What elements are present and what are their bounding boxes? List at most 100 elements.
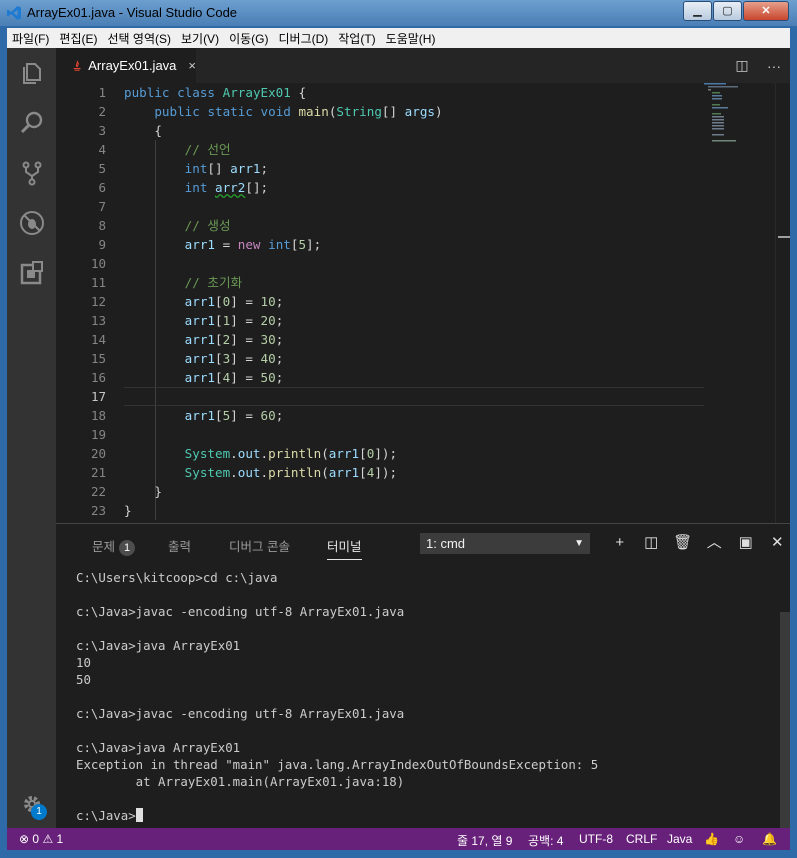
- terminal-select[interactable]: 1: cmd ▼: [420, 533, 590, 554]
- line-number: 15: [90, 351, 106, 366]
- menu-selection[interactable]: 선택 영역(S): [102, 30, 176, 47]
- explorer-icon[interactable]: [19, 60, 45, 86]
- window: ArrayEx01.java - Visual Studio Code ▁ ▢ …: [0, 0, 797, 858]
- line-number: 11: [90, 275, 106, 290]
- terminal-scrollbar[interactable]: [780, 612, 790, 829]
- line-number: 23: [90, 503, 106, 518]
- terminal-line: c:\Java>java ArrayEx01: [76, 740, 241, 755]
- title-bar: ArrayEx01.java - Visual Studio Code ▁ ▢ …: [0, 0, 797, 26]
- cursor-position[interactable]: 줄 17, 열 9: [457, 832, 512, 849]
- tab-problems[interactable]: 문제 1: [92, 536, 136, 556]
- maximize-panel-icon[interactable]: ︿: [699, 530, 731, 556]
- code-line: arr1[3] = 40;: [184, 351, 284, 366]
- problems-status[interactable]: ⊗ 0 ⚠ 1: [19, 832, 63, 846]
- code-line: arr1[2] = 30;: [184, 332, 284, 347]
- split-terminal-icon[interactable]: ◫: [636, 530, 668, 556]
- close-panel-icon[interactable]: ✕: [762, 530, 794, 556]
- code-line: arr1[1] = 20;: [184, 313, 284, 328]
- language-mode[interactable]: Java: [667, 832, 692, 846]
- code-line: }: [124, 484, 162, 499]
- notifications-bell-icon[interactable]: 🔔: [762, 832, 777, 846]
- menu-tasks[interactable]: 작업(T): [333, 30, 380, 47]
- toggle-panel-position-icon[interactable]: ▣: [730, 530, 762, 556]
- java-file-icon: [73, 60, 81, 71]
- line-number-active: 17: [90, 389, 106, 404]
- more-actions-icon[interactable]: ···: [758, 58, 790, 74]
- terminal-line: 10: [76, 655, 91, 670]
- code-lines: public class ArrayEx01 { public static v…: [124, 83, 704, 520]
- source-control-icon[interactable]: [19, 160, 45, 186]
- bottom-panel: 문제1 출력 디버그 콘솔 터미널 1: cmd ▼ + ◫ 🗑 ︿ ▣ ✕: [56, 523, 790, 829]
- warning-icon: ⚠: [42, 832, 54, 846]
- close-window-button[interactable]: ✕: [743, 1, 789, 21]
- split-editor-icon[interactable]: ◫: [726, 57, 758, 74]
- menu-help[interactable]: 도움말(H): [381, 30, 441, 47]
- terminal-prompt: c:\Java>: [76, 808, 136, 823]
- code-line: arr1[5] = 60;: [184, 408, 284, 423]
- tab-close-icon[interactable]: ×: [188, 58, 196, 73]
- line-number: 3: [98, 123, 106, 138]
- editor-scrollbar[interactable]: [775, 83, 790, 523]
- minimize-button[interactable]: ▁: [683, 1, 712, 21]
- line-number: 7: [98, 199, 106, 214]
- code-line: arr1 = new int[5];: [184, 237, 322, 252]
- terminal-line: Exception in thread "main" java.lang.Arr…: [76, 757, 599, 772]
- window-title: ArrayEx01.java - Visual Studio Code: [27, 5, 238, 20]
- terminal-output[interactable]: C:\Users\kitcoop>cd c:\java c:\Java>java…: [76, 569, 766, 824]
- encoding[interactable]: UTF-8: [579, 832, 613, 846]
- code-line: {: [124, 123, 162, 138]
- menu-bar: 파일(F) 편집(E) 선택 영역(S) 보기(V) 이동(G) 디버그(D) …: [7, 28, 790, 48]
- new-terminal-icon[interactable]: +: [604, 530, 636, 556]
- code-line: public class ArrayEx01 {: [124, 85, 307, 100]
- code-line: arr1[4] = 50;: [184, 370, 284, 385]
- tab-output[interactable]: 출력: [168, 536, 191, 555]
- menu-view[interactable]: 보기(V): [176, 30, 224, 47]
- line-number: 14: [90, 332, 106, 347]
- dropdown-arrow-icon: ▼: [574, 538, 584, 549]
- status-bar: ⊗ 0 ⚠ 1 줄 17, 열 9 공백: 4 UTF-8 CRLF Java …: [7, 828, 790, 850]
- terminal-line: C:\Users\kitcoop>cd c:\java: [76, 570, 278, 585]
- extensions-icon[interactable]: [19, 260, 45, 286]
- code-line: int arr2[];: [184, 180, 269, 195]
- line-number: 10: [90, 256, 106, 271]
- tab-debug-console[interactable]: 디버그 콘솔: [229, 536, 290, 555]
- line-number: 6: [98, 180, 106, 195]
- line-ending[interactable]: CRLF: [626, 832, 657, 846]
- terminal-line: 50: [76, 672, 91, 687]
- line-number: 20: [90, 446, 106, 461]
- kill-terminal-icon[interactable]: 🗑: [667, 530, 699, 556]
- maximize-button[interactable]: ▢: [713, 1, 742, 21]
- line-number: 22: [90, 484, 106, 499]
- error-icon: ⊗: [19, 832, 30, 846]
- menu-file[interactable]: 파일(F): [7, 30, 54, 47]
- code-editor[interactable]: 1 2 3 4 5 6 7 8 9 10 11 12 13 14 15 16 1…: [56, 83, 790, 523]
- line-number: 12: [90, 294, 106, 309]
- code-line: public static void main(String[] args): [154, 104, 443, 119]
- indentation[interactable]: 공백: 4: [528, 832, 563, 849]
- line-number: 2: [98, 104, 106, 119]
- search-icon[interactable]: [19, 110, 45, 136]
- line-number: 1: [98, 85, 106, 100]
- menu-go[interactable]: 이동(G): [224, 30, 273, 47]
- line-numbers: 1 2 3 4 5 6 7 8 9 10 11 12 13 14 15 16 1…: [56, 83, 106, 520]
- line-number: 16: [90, 370, 106, 385]
- menu-edit[interactable]: 편집(E): [54, 30, 102, 47]
- editor-tabs: ArrayEx01.java × ◫ ···: [56, 48, 790, 83]
- feedback-icon[interactable]: 👍: [704, 832, 719, 846]
- menu-debug[interactable]: 디버그(D): [273, 30, 333, 47]
- debug-icon[interactable]: [19, 210, 45, 236]
- line-number: 5: [98, 161, 106, 176]
- smiley-icon[interactable]: ☺: [733, 832, 745, 846]
- tab-terminal[interactable]: 터미널: [327, 536, 362, 560]
- tab-arrayex01[interactable]: ArrayEx01.java ×: [56, 48, 196, 83]
- code-line: // 선언: [184, 142, 231, 157]
- code-line-current: [124, 387, 704, 406]
- tab-label: ArrayEx01.java: [88, 58, 177, 73]
- minimap[interactable]: [704, 83, 774, 143]
